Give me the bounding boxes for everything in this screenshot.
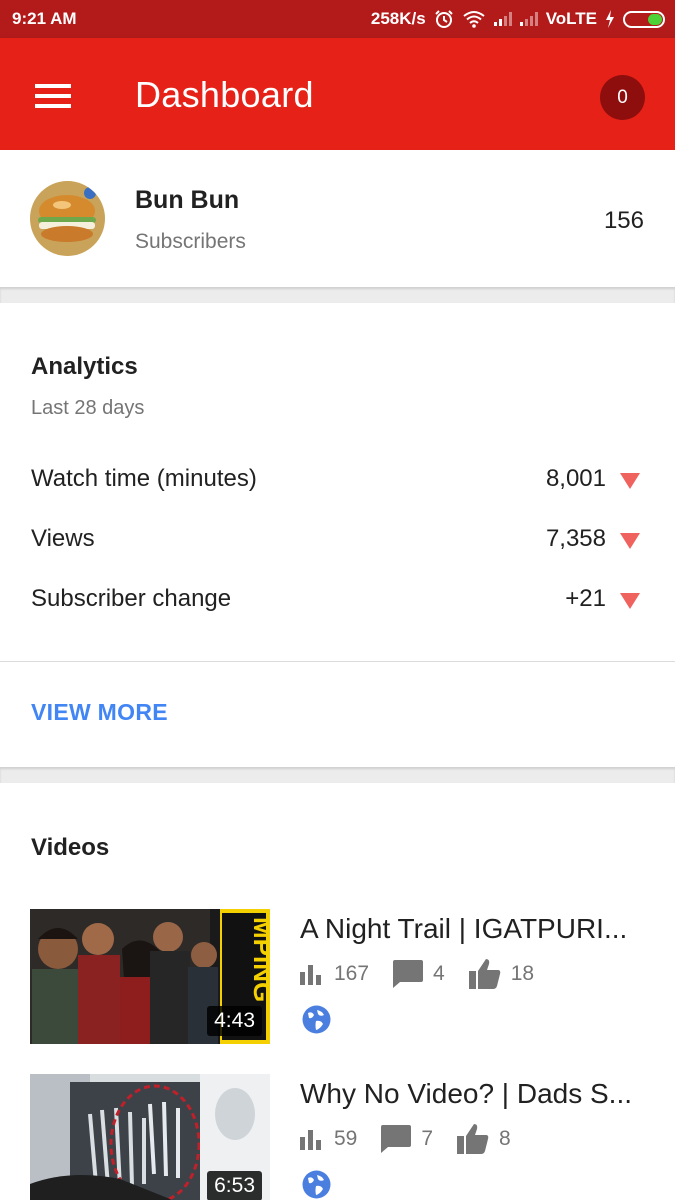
analytics-period: Last 28 days — [31, 397, 145, 419]
comment-icon — [393, 960, 424, 988]
like-count: 18 — [510, 962, 535, 985]
thumbs-up-icon — [468, 959, 500, 989]
thumbs-up-icon — [457, 1124, 489, 1154]
metric-row-watch-time: Watch time (minutes) 8,001 — [0, 465, 675, 505]
metric-label: Views — [31, 525, 95, 552]
metric-label: Subscriber change — [31, 585, 232, 612]
metric-value: +21 — [565, 585, 606, 612]
public-globe-icon — [302, 1170, 331, 1199]
analytics-card: Analytics Last 28 days Watch time (minut… — [0, 303, 675, 767]
hamburger-menu-icon[interactable] — [35, 84, 71, 108]
views-bar-chart-icon — [300, 965, 321, 985]
metric-label: Watch time (minutes) — [31, 465, 257, 492]
video-duration: 4:43 — [207, 1006, 262, 1036]
alarm-icon — [434, 10, 453, 28]
like-count: 8 — [499, 1127, 511, 1150]
comment-count: 7 — [421, 1127, 434, 1150]
network-speed: 258K/s — [370, 9, 426, 28]
view-count: 167 — [334, 962, 370, 985]
status-icons: 258K/s VoLTE — [371, 9, 665, 29]
video-thumbnail[interactable]: MPING 4:43 — [30, 909, 270, 1044]
comment-icon — [381, 1125, 412, 1153]
trend-down-icon — [620, 533, 640, 549]
card-divider — [0, 287, 675, 303]
video-stats: 59 7 8 — [300, 1124, 535, 1154]
divider — [0, 661, 675, 662]
video-title[interactable]: A Night Trail | IGATPURI... — [300, 913, 645, 945]
avatar — [30, 181, 105, 256]
trend-down-icon — [620, 473, 640, 489]
trend-down-icon — [620, 593, 640, 609]
card-divider — [0, 767, 675, 783]
videos-title: Videos — [31, 834, 110, 861]
video-item[interactable]: MPING 4:43 A Night Trail | IGATPURI... 1… — [0, 909, 675, 1049]
charging-icon — [606, 10, 614, 28]
metric-value: 8,001 — [545, 465, 606, 492]
subscribers-count: 156 — [603, 207, 644, 234]
notification-badge[interactable]: 0 — [600, 75, 645, 120]
video-thumbnail[interactable]: 6:53 — [30, 1074, 270, 1200]
signal-icon-2 — [519, 12, 538, 26]
videos-card: Videos MPING 4:43 A Night Trail | IGATPU… — [0, 783, 675, 1200]
status-time: 9:21 AM — [12, 9, 77, 28]
wifi-icon — [463, 11, 485, 28]
metric-row-views: Views 7,358 — [0, 525, 675, 565]
thumbnail-text: MPING — [248, 917, 270, 1002]
app-bar: Dashboard 0 — [0, 38, 675, 150]
network-type: VoLTE — [545, 9, 597, 28]
status-bar: 9:21 AM 258K/s VoLTE — [0, 0, 675, 38]
view-count: 59 — [334, 1127, 358, 1150]
battery-icon — [623, 10, 665, 28]
video-item[interactable]: 6:53 Why No Video? | Dads S... 59 7 8 — [0, 1074, 675, 1200]
view-more-button[interactable]: VIEW MORE — [31, 699, 168, 726]
channel-card[interactable]: Bun Bun Subscribers 156 — [0, 150, 675, 287]
subscribers-label: Subscribers — [135, 230, 246, 253]
video-title[interactable]: Why No Video? | Dads S... — [300, 1078, 645, 1110]
video-duration: 6:53 — [207, 1171, 262, 1200]
analytics-title: Analytics — [31, 353, 138, 380]
metric-value: 7,358 — [545, 525, 606, 552]
public-globe-icon — [302, 1005, 331, 1034]
signal-icon — [493, 12, 512, 26]
comment-count: 4 — [433, 962, 445, 985]
channel-name: Bun Bun — [135, 186, 240, 214]
video-stats: 167 4 18 — [300, 959, 558, 989]
views-bar-chart-icon — [300, 1130, 321, 1150]
page-title: Dashboard — [135, 74, 314, 115]
metric-row-subscriber-change: Subscriber change +21 — [0, 585, 675, 625]
